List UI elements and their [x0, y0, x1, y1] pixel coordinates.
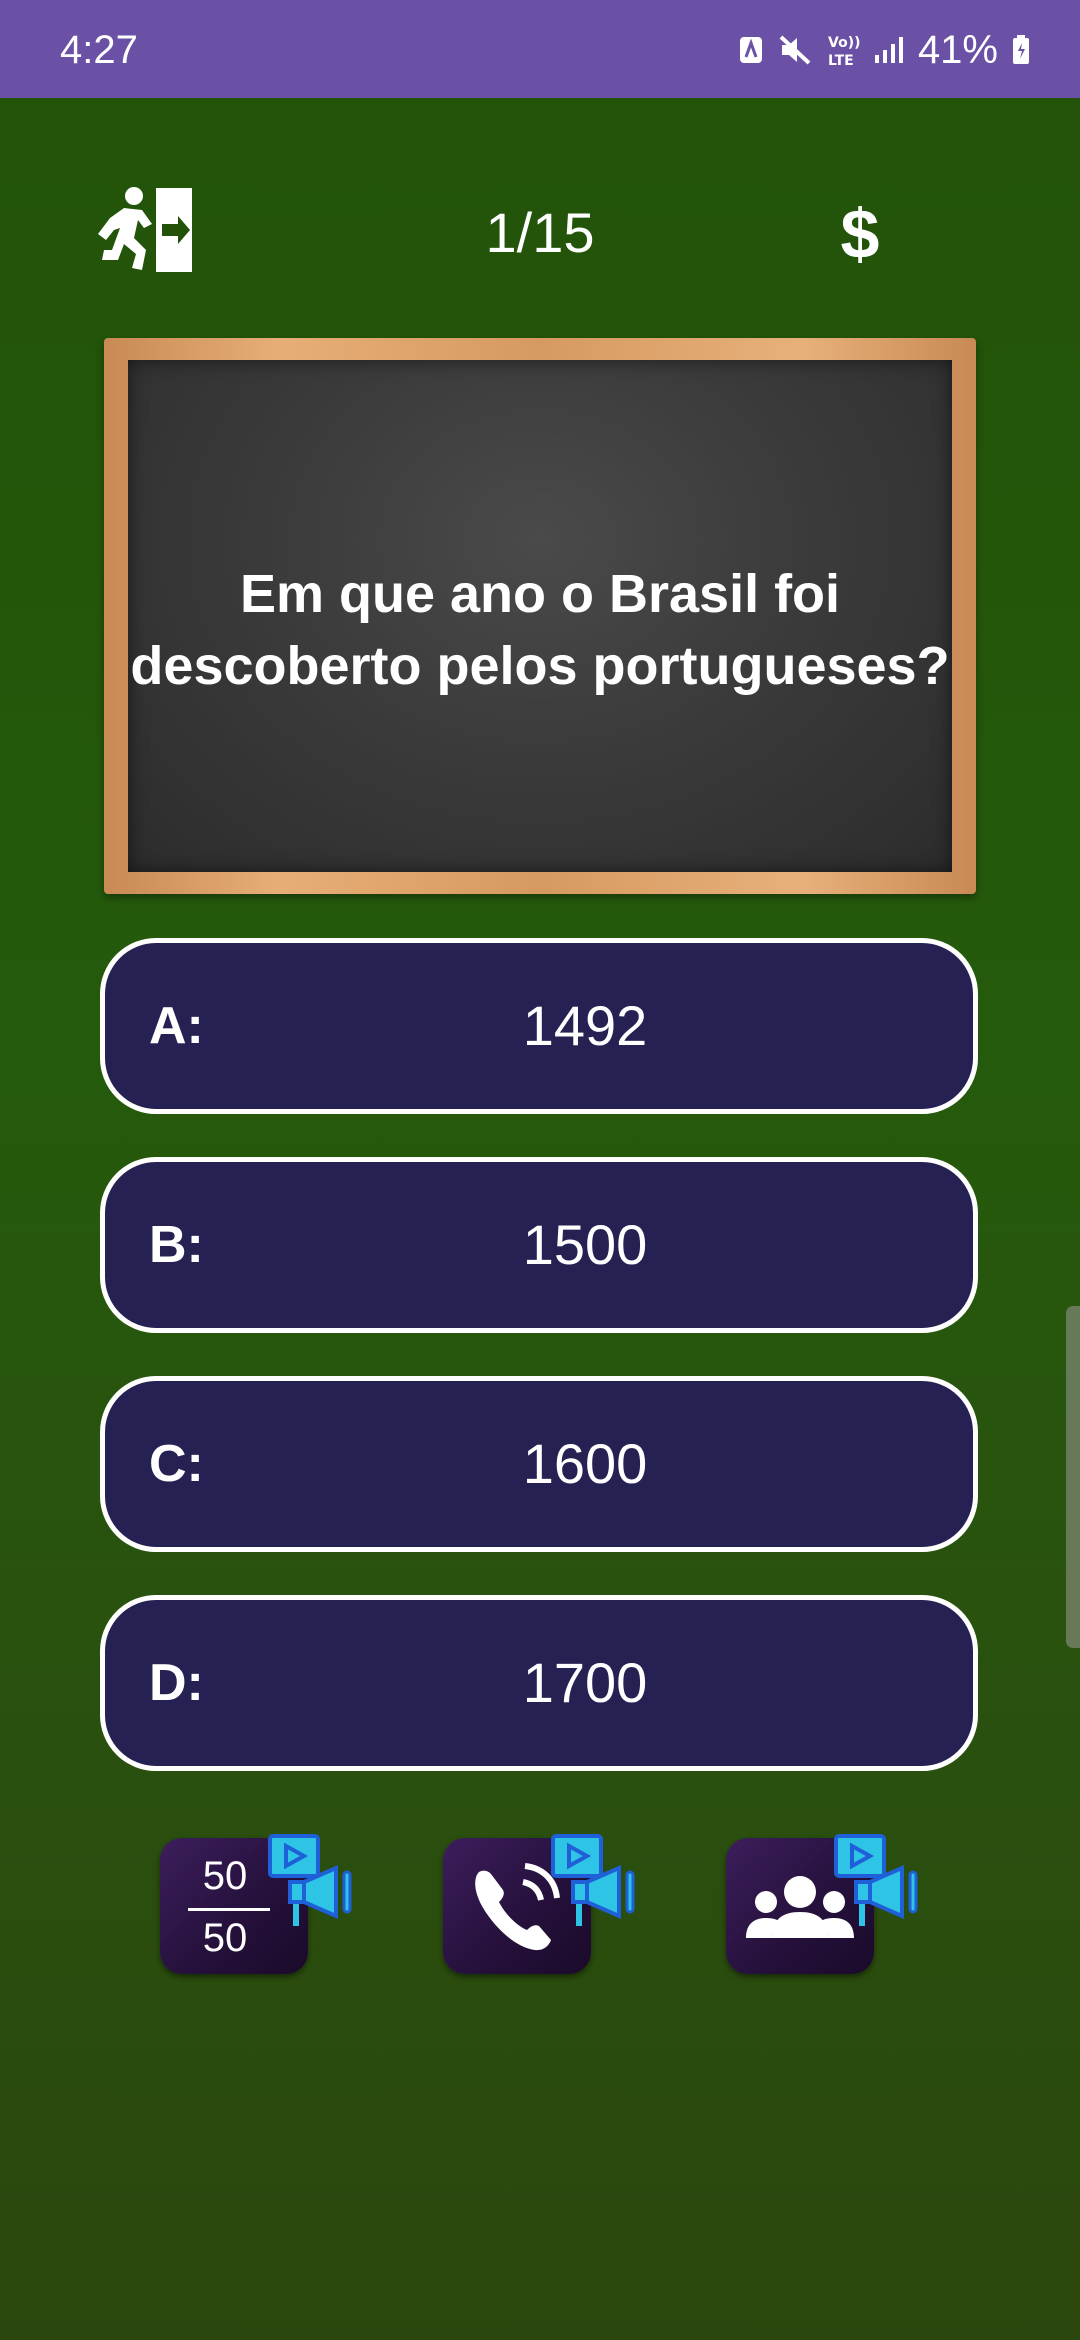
status-icons: Vo)) LTE 41%: [738, 22, 1030, 78]
answer-text: 1492: [522, 994, 648, 1057]
battery-icon: [1013, 35, 1029, 64]
volte-icon: Vo)) LTE: [828, 35, 860, 68]
question-chalkboard: Em que ano o Brasil foi descoberto pelos…: [104, 338, 976, 894]
dollar-icon[interactable]: $: [830, 196, 890, 272]
fifty-bottom-text: 50: [202, 1916, 248, 1960]
exit-door-icon[interactable]: [96, 184, 196, 274]
video-ad-icon: [268, 1834, 352, 1926]
answer-option-d[interactable]: D: 1700: [100, 1595, 978, 1771]
video-ad-icon: [834, 1834, 918, 1926]
mute-icon: [779, 35, 811, 65]
question-counter: 1/15: [485, 201, 595, 264]
status-bar: 4:27 Vo)) LTE 41%: [0, 0, 1080, 98]
svg-text:LTE: LTE: [828, 53, 854, 68]
signal-icon: [874, 37, 903, 63]
chalkboard-surface: Em que ano o Brasil foi descoberto pelos…: [128, 360, 952, 872]
question-text: Em que ano o Brasil foi descoberto pelos…: [130, 564, 950, 696]
answer-option-a[interactable]: A: 1492: [100, 938, 978, 1114]
battery-percent: 41%: [917, 28, 998, 72]
svg-text:Vo)): Vo)): [828, 35, 860, 51]
answer-option-b[interactable]: B: 1500: [100, 1157, 978, 1333]
answer-text: 1500: [522, 1213, 648, 1276]
lifeline-phone-button[interactable]: [443, 1832, 643, 1982]
fifty-top-text: 50: [202, 1854, 248, 1898]
fraction-line: [188, 1908, 270, 1911]
answer-text: 1600: [522, 1432, 648, 1495]
nfc-icon: [739, 37, 762, 63]
edge-panel-handle[interactable]: [1066, 1306, 1080, 1648]
video-ad-icon: [551, 1834, 635, 1926]
lifeline-audience-button[interactable]: [726, 1832, 926, 1982]
lifeline-fifty-fifty-button[interactable]: 50 50: [160, 1832, 360, 1982]
answer-text: 1700: [522, 1651, 648, 1714]
answer-option-c[interactable]: C: 1600: [100, 1376, 978, 1552]
status-time: 4:27: [60, 28, 138, 72]
